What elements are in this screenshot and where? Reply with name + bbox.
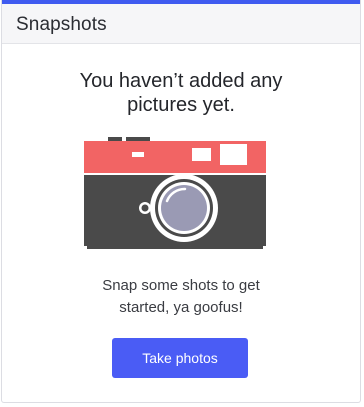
empty-state-message: Snap some shots to get started, ya goofu…: [2, 275, 360, 319]
empty-state-heading-line2: pictures yet.: [127, 94, 235, 116]
snapshots-card: Snapshots You haven’t added any pictures…: [1, 0, 361, 403]
card-header: Snapshots: [2, 4, 360, 44]
card-title: Snapshots: [16, 14, 107, 35]
empty-state-heading-line1: You haven’t added any: [79, 70, 283, 92]
empty-state-heading: You haven’t added any pictures yet.: [2, 69, 360, 117]
camera-icon: [84, 137, 266, 249]
empty-state-message-line1: Snap some shots to get: [102, 277, 260, 294]
take-photos-button[interactable]: Take photos: [112, 338, 248, 378]
empty-state-message-line2: started, ya goofus!: [119, 299, 243, 316]
